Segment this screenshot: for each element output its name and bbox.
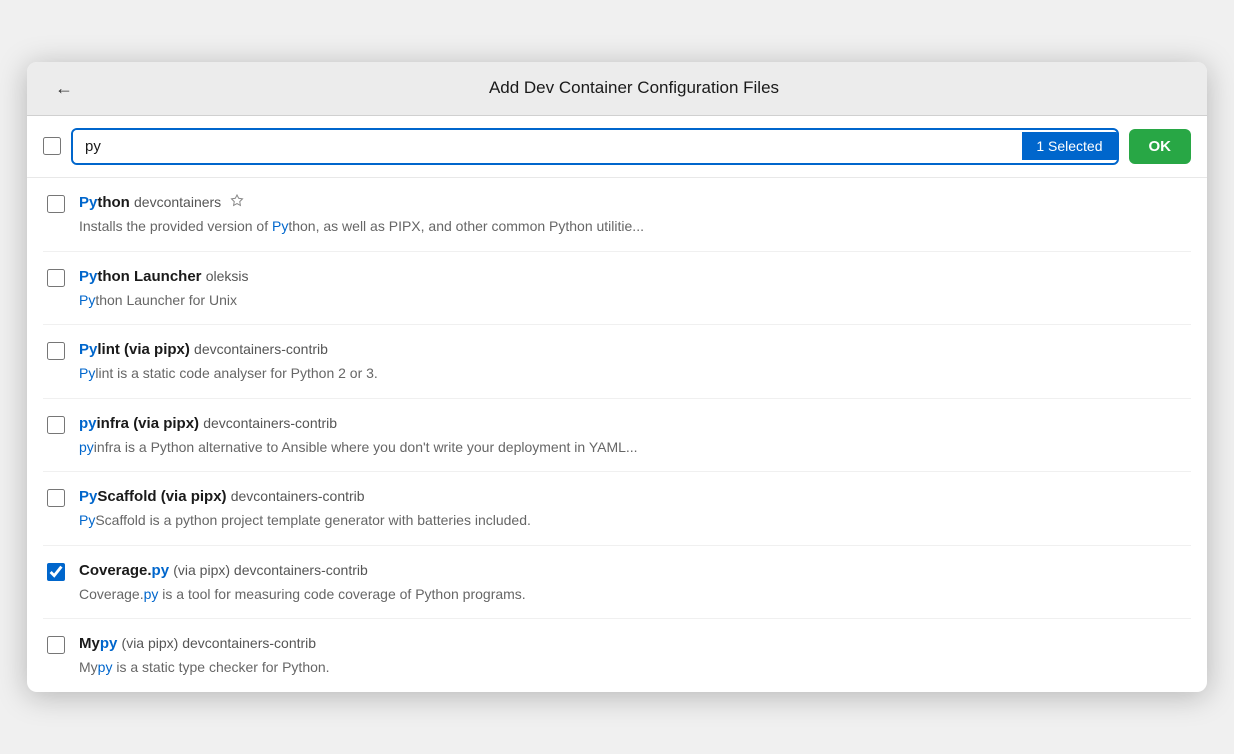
item-title-python: Python devcontainers xyxy=(79,192,1187,213)
item-title-coverage-py: Coverage.py (via pipx) devcontainers-con… xyxy=(79,560,1187,581)
dialog: ← Add Dev Container Configuration Files … xyxy=(27,62,1207,692)
selected-badge: 1 Selected xyxy=(1022,132,1116,160)
list-item: Python Launcher oleksis Python Launcher … xyxy=(43,252,1191,326)
back-button[interactable]: ← xyxy=(47,76,81,101)
item-title-mypy: Mypy (via pipx) devcontainers-contrib xyxy=(79,633,1187,654)
item-content-python: Python devcontainers Installs the provid… xyxy=(79,192,1187,237)
item-checkbox-pylint[interactable] xyxy=(47,342,65,360)
dialog-title: Add Dev Container Configuration Files xyxy=(81,78,1187,98)
ok-button[interactable]: OK xyxy=(1129,129,1192,164)
item-desc-pylint: Pylint is a static code analyser for Pyt… xyxy=(79,364,1187,384)
item-content-python-launcher: Python Launcher oleksis Python Launcher … xyxy=(79,266,1187,311)
item-desc-python: Installs the provided version of Python,… xyxy=(79,217,1187,237)
item-checkbox-mypy[interactable] xyxy=(47,636,65,654)
item-desc-coverage-py: Coverage.py is a tool for measuring code… xyxy=(79,585,1187,605)
item-desc-mypy: Mypy is a static type checker for Python… xyxy=(79,658,1187,678)
item-desc-pyscaffold: PyScaffold is a python project template … xyxy=(79,511,1187,531)
search-input[interactable] xyxy=(73,130,1022,163)
list-item: pyinfra (via pipx) devcontainers-contrib… xyxy=(43,399,1191,473)
search-bar: 1 Selected OK xyxy=(27,116,1207,178)
select-all-checkbox[interactable] xyxy=(43,137,61,155)
item-title-pyscaffold: PyScaffold (via pipx) devcontainers-cont… xyxy=(79,486,1187,507)
item-title-python-launcher: Python Launcher oleksis xyxy=(79,266,1187,287)
item-content-mypy: Mypy (via pipx) devcontainers-contrib My… xyxy=(79,633,1187,678)
item-content-pylint: Pylint (via pipx) devcontainers-contrib … xyxy=(79,339,1187,384)
item-checkbox-python-launcher[interactable] xyxy=(47,269,65,287)
list-item: Python devcontainers Installs the provid… xyxy=(43,178,1191,252)
items-list: Python devcontainers Installs the provid… xyxy=(27,178,1207,692)
item-title-pylint: Pylint (via pipx) devcontainers-contrib xyxy=(79,339,1187,360)
item-checkbox-python[interactable] xyxy=(47,195,65,213)
item-content-pyinfra: pyinfra (via pipx) devcontainers-contrib… xyxy=(79,413,1187,458)
item-checkbox-pyinfra[interactable] xyxy=(47,416,65,434)
search-input-wrapper: 1 Selected xyxy=(71,128,1119,165)
dialog-header: ← Add Dev Container Configuration Files xyxy=(27,62,1207,116)
item-title-pyinfra: pyinfra (via pipx) devcontainers-contrib xyxy=(79,413,1187,434)
item-content-pyscaffold: PyScaffold (via pipx) devcontainers-cont… xyxy=(79,486,1187,531)
list-item: Pylint (via pipx) devcontainers-contrib … xyxy=(43,325,1191,399)
verified-icon xyxy=(229,194,245,210)
list-item: PyScaffold (via pipx) devcontainers-cont… xyxy=(43,472,1191,546)
item-desc-python-launcher: Python Launcher for Unix xyxy=(79,291,1187,311)
item-checkbox-coverage-py[interactable] xyxy=(47,563,65,581)
item-desc-pyinfra: pyinfra is a Python alternative to Ansib… xyxy=(79,438,1187,458)
item-checkbox-pyscaffold[interactable] xyxy=(47,489,65,507)
item-content-coverage-py: Coverage.py (via pipx) devcontainers-con… xyxy=(79,560,1187,605)
list-item: Coverage.py (via pipx) devcontainers-con… xyxy=(43,546,1191,620)
list-item: Mypy (via pipx) devcontainers-contrib My… xyxy=(43,619,1191,692)
